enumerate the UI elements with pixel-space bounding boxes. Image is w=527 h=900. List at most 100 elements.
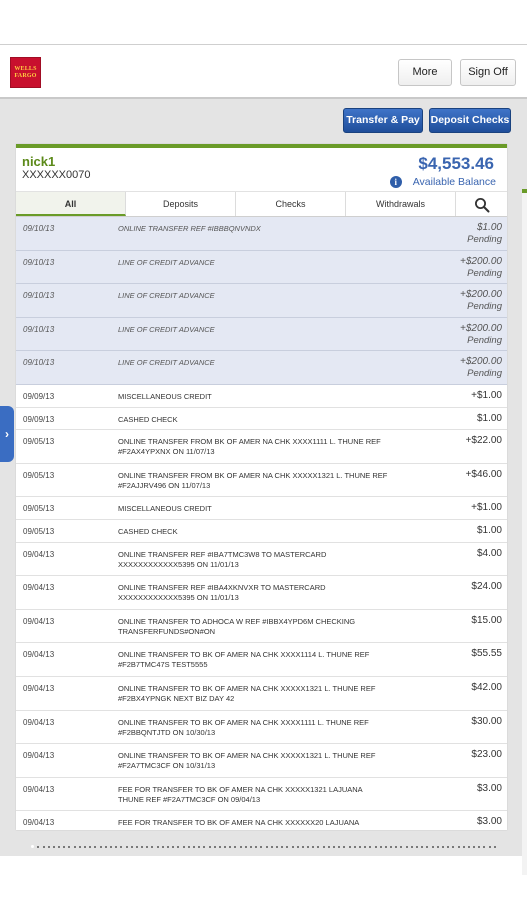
- page-dot[interactable]: [478, 845, 481, 848]
- page-dot[interactable]: [384, 845, 387, 848]
- page-dot[interactable]: [291, 845, 294, 848]
- page-dot[interactable]: [348, 845, 351, 848]
- transaction-row[interactable]: 09/04/13 ONLINE TRANSFER TO BK OF AMER NA…: [16, 643, 507, 677]
- page-dot[interactable]: [343, 845, 346, 848]
- page-dot[interactable]: [208, 845, 211, 848]
- transaction-row[interactable]: 09/10/13 LINE OF CREDIT ADVANCE +$200.00 Pe…: [16, 284, 507, 318]
- page-dot[interactable]: [198, 845, 201, 848]
- page-dot[interactable]: [390, 845, 393, 848]
- page-dot[interactable]: [462, 845, 465, 848]
- page-dot[interactable]: [364, 845, 367, 848]
- page-dot[interactable]: [167, 845, 170, 848]
- page-dot[interactable]: [37, 845, 40, 848]
- page-dot[interactable]: [218, 845, 221, 848]
- tab-withdrawals[interactable]: Withdrawals: [346, 192, 456, 216]
- tab-checks[interactable]: Checks: [236, 192, 346, 216]
- expand-menu-handle[interactable]: ›: [0, 406, 14, 462]
- page-dot[interactable]: [369, 845, 372, 848]
- page-dot[interactable]: [31, 845, 35, 849]
- page-dot[interactable]: [457, 845, 460, 848]
- page-dot[interactable]: [410, 845, 413, 848]
- page-dot[interactable]: [275, 845, 278, 848]
- transaction-row[interactable]: 09/04/13 ONLINE TRANSFER TO BK OF AMER NA…: [16, 676, 507, 711]
- page-dot[interactable]: [125, 845, 128, 848]
- page-dot[interactable]: [213, 845, 216, 848]
- page-dot[interactable]: [156, 845, 159, 848]
- page-dot[interactable]: [327, 845, 330, 848]
- transaction-row[interactable]: 09/04/13 ONLINE TRANSFER TO BK OF AMER NA…: [16, 744, 507, 778]
- page-dot[interactable]: [141, 845, 144, 848]
- page-dot[interactable]: [452, 845, 455, 848]
- page-dot[interactable]: [104, 845, 107, 848]
- page-dot[interactable]: [229, 845, 232, 848]
- page-dot[interactable]: [493, 845, 496, 848]
- page-dot[interactable]: [73, 845, 76, 848]
- transaction-row[interactable]: 09/04/13 ONLINE TRANSFER TO BK OF AMER NA…: [16, 710, 507, 745]
- page-dot[interactable]: [224, 845, 227, 848]
- page-dot[interactable]: [447, 845, 450, 848]
- page-dot[interactable]: [358, 845, 361, 848]
- transaction-row[interactable]: 09/05/13 ONLINE TRANSFER FROM BK OF AMER …: [16, 463, 507, 498]
- page-dot[interactable]: [317, 845, 320, 848]
- page-dot[interactable]: [416, 845, 419, 848]
- page-dot[interactable]: [84, 845, 87, 848]
- transaction-list[interactable]: 09/10/13 ONLINE TRANSFER REF #IBBBQNVNDX $…: [16, 217, 507, 830]
- more-button[interactable]: More: [398, 59, 452, 86]
- page-dot[interactable]: [488, 845, 491, 848]
- page-dot[interactable]: [177, 845, 180, 848]
- transaction-row[interactable]: 09/04/13 ONLINE TRANSFER REF #IBA7TMC3W8 …: [16, 542, 507, 577]
- page-dot[interactable]: [307, 845, 310, 848]
- page-dot[interactable]: [395, 845, 398, 848]
- page-dot[interactable]: [58, 845, 61, 848]
- transaction-row[interactable]: 09/05/13 ONLINE TRANSFER FROM BK OF AMER …: [16, 430, 507, 464]
- page-dot[interactable]: [483, 845, 486, 848]
- info-icon[interactable]: i: [389, 176, 402, 188]
- page-dot[interactable]: [172, 845, 175, 848]
- page-dot[interactable]: [78, 845, 81, 848]
- page-dot[interactable]: [234, 845, 237, 848]
- page-dot[interactable]: [250, 845, 253, 848]
- page-dot[interactable]: [270, 845, 273, 848]
- page-dot[interactable]: [255, 845, 258, 848]
- transfer-pay-button[interactable]: Transfer & Pay: [343, 108, 423, 133]
- page-dot[interactable]: [63, 845, 66, 848]
- page-dot[interactable]: [338, 845, 341, 848]
- page-dot[interactable]: [301, 845, 304, 848]
- page-dot[interactable]: [120, 845, 123, 848]
- page-dot[interactable]: [203, 845, 206, 848]
- page-dot[interactable]: [436, 845, 439, 848]
- page-dot[interactable]: [99, 845, 102, 848]
- page-dot[interactable]: [89, 845, 92, 848]
- page-dot[interactable]: [192, 845, 195, 848]
- page-dot[interactable]: [161, 845, 164, 848]
- page-dot[interactable]: [239, 845, 242, 848]
- transaction-row[interactable]: 09/04/13 ONLINE TRANSFER REF #IBA4XKNVXR …: [16, 576, 507, 610]
- page-dot[interactable]: [281, 845, 284, 848]
- page-dot[interactable]: [353, 845, 356, 848]
- transaction-row[interactable]: 09/10/13 ONLINE TRANSFER REF #IBBBQNVNDX $…: [16, 217, 507, 251]
- page-dot[interactable]: [312, 845, 315, 848]
- transaction-row[interactable]: 09/04/13 FEE FOR TRANSFER TO BK OF AMER N…: [16, 777, 507, 812]
- page-dot[interactable]: [441, 845, 444, 848]
- page-dot[interactable]: [400, 845, 403, 848]
- available-balance-info[interactable]: i Available Balance: [389, 176, 496, 188]
- page-dot[interactable]: [52, 845, 55, 848]
- transaction-row[interactable]: 09/05/13 CASHED CHECK $1.00: [16, 519, 507, 543]
- page-dot[interactable]: [265, 845, 268, 848]
- next-panel-peek[interactable]: [522, 189, 527, 875]
- transaction-row[interactable]: 09/10/13 LINE OF CREDIT ADVANCE +$200.00 Pe…: [16, 351, 507, 385]
- tab-search[interactable]: [456, 192, 507, 216]
- transaction-row[interactable]: 09/04/13 ONLINE TRANSFER TO ADHOCA W REF …: [16, 609, 507, 644]
- page-dot[interactable]: [286, 845, 289, 848]
- page-dot[interactable]: [431, 845, 434, 848]
- page-dot[interactable]: [42, 845, 45, 848]
- transaction-row[interactable]: 09/09/13 CASHED CHECK $1.00: [16, 407, 507, 431]
- page-dot[interactable]: [151, 845, 154, 848]
- page-dot[interactable]: [130, 845, 133, 848]
- transaction-row[interactable]: 09/05/13 MISCELLANEOUS CREDIT +$1.00: [16, 497, 507, 520]
- page-dot[interactable]: [109, 845, 112, 848]
- deposit-checks-button[interactable]: Deposit Checks: [429, 108, 511, 133]
- page-dot[interactable]: [135, 845, 138, 848]
- transaction-row[interactable]: 09/04/13 FEE FOR TRANSFER TO BK OF AMER N…: [16, 811, 507, 830]
- tab-deposits[interactable]: Deposits: [126, 192, 236, 216]
